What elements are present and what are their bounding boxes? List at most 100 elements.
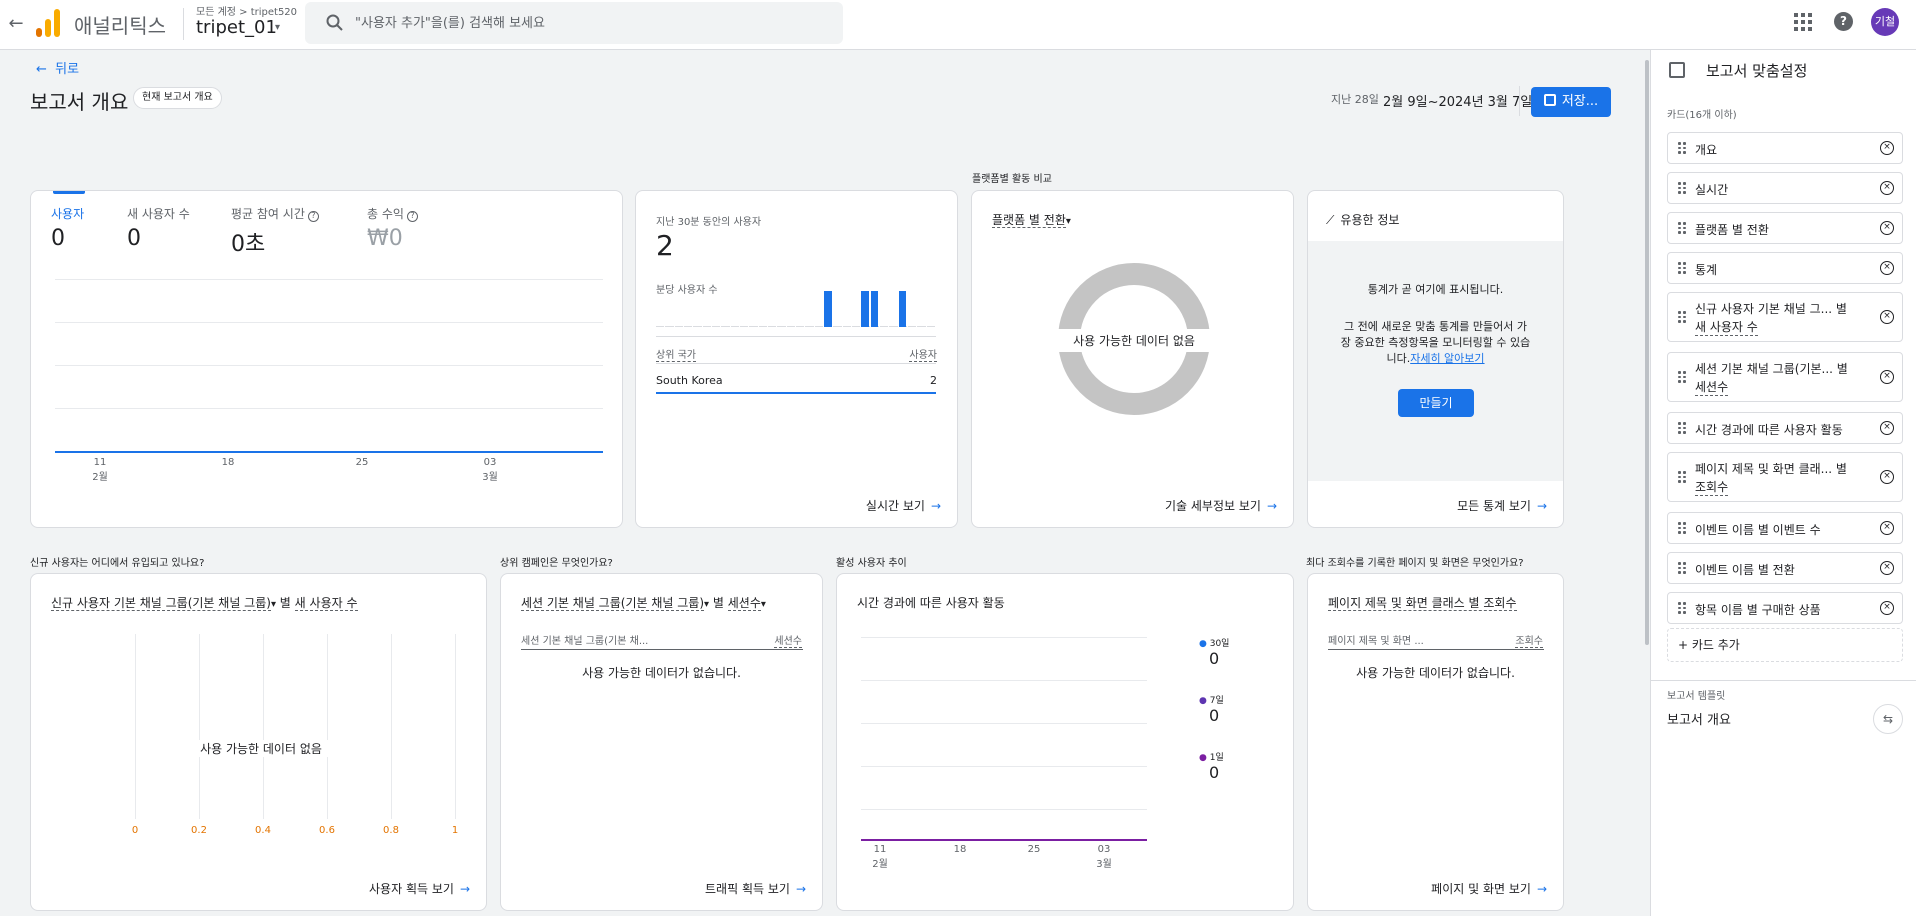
realtime-footer-link[interactable]: 실시간 보기 → [866, 497, 941, 514]
traffic-footer-link[interactable]: 트래픽 획득 보기 → [705, 880, 806, 897]
remove-card-icon[interactable]: × [1880, 421, 1894, 435]
remove-card-icon[interactable]: × [1880, 181, 1894, 195]
avatar[interactable]: 기철 [1871, 8, 1899, 36]
save-button[interactable]: 저장... [1531, 87, 1611, 117]
bar-baseline-tick [777, 326, 786, 327]
customize-card-item[interactable]: 페이지 제목 및 화면 클래... 별 조회수 × [1667, 452, 1903, 502]
drag-handle-icon[interactable] [1678, 562, 1686, 574]
column-header-country[interactable]: 상위 국가 [656, 346, 696, 362]
section-label-platform: 플랫폼별 활동 비교 [972, 174, 1052, 185]
bar-baseline-tick [917, 326, 926, 327]
per-minute-bar[interactable] [870, 291, 879, 327]
back-arrow-icon[interactable]: ← [4, 12, 28, 36]
remove-card-icon[interactable]: × [1880, 370, 1894, 384]
bar-baseline-tick [768, 326, 777, 327]
x-axis-tick: 1 [451, 825, 459, 836]
account-breadcrumb[interactable]: 모든 계정 > tripet520 [196, 3, 297, 18]
customize-card-item[interactable]: 플랫폼 별 전환 × [1667, 212, 1903, 244]
scrollbar-thumb[interactable] [1645, 60, 1649, 645]
date-range-chip[interactable]: 지난 28일 [1327, 90, 1383, 110]
customize-card-item[interactable]: 시간 경과에 따른 사용자 활동 × [1667, 412, 1903, 444]
acquisition-footer-link[interactable]: 사용자 획득 보기 → [369, 880, 470, 897]
customize-card-item[interactable]: 세션 기본 채널 그룹(기본... 별 세션수 × [1667, 352, 1903, 402]
x-axis-tick: 0 [131, 825, 139, 836]
x-axis-tick: 0.4 [255, 825, 271, 836]
column-header-channel[interactable]: 세션 기본 채널 그룹(기본 채... [521, 632, 648, 647]
drag-handle-icon[interactable] [1678, 371, 1686, 383]
back-arrow-icon: ← [36, 62, 56, 77]
property-selector[interactable]: tripet_01 [196, 17, 277, 38]
metric-engagement-time[interactable]: 평균 참여 시간? 0초 [231, 205, 319, 258]
date-range[interactable]: 2월 9일~2024년 3월 7일 [1383, 91, 1532, 110]
metric-new-users[interactable]: 새 사용자 수 0 [127, 205, 190, 251]
activity-title: 시간 경과에 따른 사용자 활동 [857, 596, 1005, 610]
apps-grid-icon[interactable] [1794, 13, 1812, 31]
pages-title[interactable]: 페이지 제목 및 화면 클래스 별 조회수 [1328, 594, 1517, 611]
per-minute-bar[interactable] [898, 291, 907, 327]
metric-revenue[interactable]: 총 수익? ₩0 [367, 205, 418, 251]
drag-handle-icon[interactable] [1678, 262, 1686, 274]
chevron-down-icon[interactable]: ▾ [275, 22, 280, 33]
report-badge: 현재 보고서 개요 [133, 87, 222, 109]
customize-card-item[interactable]: 신규 사용자 기본 채널 그... 별새 사용자 수 × [1667, 292, 1903, 342]
drag-handle-icon[interactable] [1678, 602, 1686, 614]
drag-handle-icon[interactable] [1678, 522, 1686, 534]
customize-card-item[interactable]: 이벤트 이름 별 이벤트 수 × [1667, 512, 1903, 544]
customize-card-item[interactable]: 통계 × [1667, 252, 1903, 284]
customize-card-item[interactable]: 항목 이름 별 구매한 상품 × [1667, 592, 1903, 624]
search-box[interactable] [305, 2, 843, 44]
remove-card-icon[interactable]: × [1880, 261, 1894, 275]
per-minute-bar[interactable] [861, 291, 870, 327]
pages-footer-link[interactable]: 페이지 및 화면 보기 → [1431, 880, 1547, 897]
drag-handle-icon[interactable] [1678, 182, 1686, 194]
column-header-sessions[interactable]: 세션수 [774, 632, 802, 648]
remove-card-icon[interactable]: × [1880, 470, 1894, 484]
drag-handle-icon[interactable] [1678, 471, 1686, 483]
metric-users[interactable]: 사용자 0 [51, 205, 84, 251]
help-icon[interactable]: ? [1834, 12, 1853, 31]
customize-card-item[interactable]: 개요 × [1667, 132, 1903, 164]
drag-handle-icon[interactable] [1678, 222, 1686, 234]
drag-handle-icon[interactable] [1678, 142, 1686, 154]
insights-footer-link[interactable]: 모든 통계 보기 → [1457, 497, 1547, 514]
column-header-page[interactable]: 페이지 제목 및 화면 ... [1328, 632, 1424, 647]
drag-handle-icon[interactable] [1678, 311, 1686, 323]
customize-card-item[interactable]: 실시간 × [1667, 172, 1903, 204]
remove-card-icon[interactable]: × [1880, 221, 1894, 235]
bar-baseline-tick [786, 326, 795, 327]
create-button[interactable]: 만들기 [1398, 389, 1474, 417]
section-label-active-users: 활성 사용자 추이 [836, 558, 907, 569]
x-axis-tick: 11 2월 [872, 844, 888, 870]
divider [1328, 649, 1544, 650]
customize-card-item[interactable]: 이벤트 이름 별 전환 × [1667, 552, 1903, 584]
traffic-title[interactable]: 세션 기본 채널 그룹(기본 채널 그룹)▾ 별 세션수▾ [521, 594, 766, 611]
help-circle-icon[interactable]: ? [406, 211, 418, 222]
platform-card-title[interactable]: 플랫폼 별 전환▾ [992, 211, 1071, 228]
remove-card-icon[interactable]: × [1880, 601, 1894, 615]
remove-card-icon[interactable]: × [1880, 310, 1894, 324]
back-link[interactable]: ← 뒤로 [36, 58, 79, 77]
realtime-value: 2 [656, 229, 674, 262]
learn-more-link[interactable]: 자세히 알아보기 [1410, 352, 1484, 365]
help-circle-icon[interactable]: ? [307, 211, 319, 222]
remove-card-icon[interactable]: × [1880, 561, 1894, 575]
column-header-users[interactable]: 사용자 [909, 346, 937, 362]
divider [1651, 680, 1916, 681]
grid-line [135, 634, 136, 819]
bar-baseline-tick [889, 326, 898, 327]
x-axis-tick: 0.8 [383, 825, 399, 836]
trending-icon: ⟋ [1326, 213, 1335, 227]
search-icon [326, 14, 343, 31]
remove-card-icon[interactable]: × [1880, 141, 1894, 155]
remove-card-icon[interactable]: × [1880, 521, 1894, 535]
platform-empty-label: 사용 가능한 데이터 없음 [1058, 329, 1210, 352]
search-input[interactable] [355, 2, 825, 44]
platform-footer-link[interactable]: 기술 세부정보 보기 → [1165, 497, 1277, 514]
edit-icon [1669, 62, 1685, 78]
column-header-views[interactable]: 조회수 [1515, 632, 1543, 648]
analytics-logo-icon[interactable] [36, 9, 60, 37]
per-minute-bar[interactable] [824, 291, 832, 327]
add-card-button[interactable]: + 카드 추가 [1667, 628, 1903, 662]
drag-handle-icon[interactable] [1678, 422, 1686, 434]
unlink-template-icon[interactable]: ⇆ [1873, 704, 1903, 734]
